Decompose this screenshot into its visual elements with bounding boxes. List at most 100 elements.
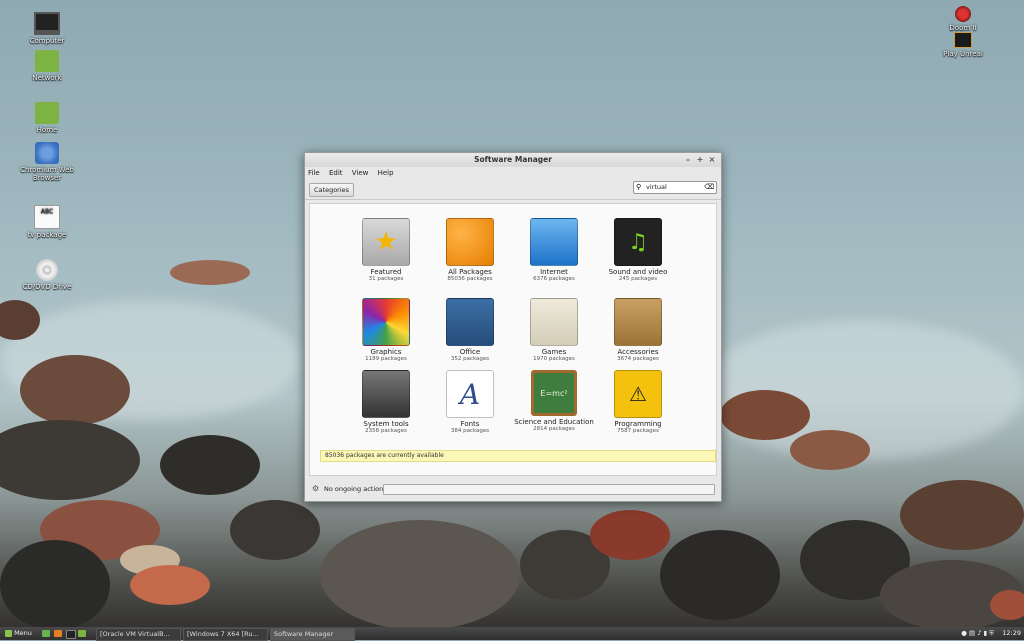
construction-sign-icon: ⚠ (614, 370, 662, 418)
desktop-icon-label: Chromium Web Browser (20, 166, 74, 182)
category-name: Science and Education (514, 418, 594, 426)
menu-button[interactable]: Menu (2, 627, 35, 640)
terminal-icon[interactable] (66, 630, 76, 639)
category-graphics[interactable]: Graphics 1189 packages (346, 298, 426, 363)
user-icon[interactable]: ● (961, 629, 967, 637)
progress-bar (383, 484, 715, 495)
category-programming[interactable]: ⚠ Programming 7587 packages (598, 370, 678, 435)
volume-icon[interactable]: ♪ (977, 629, 981, 637)
category-sound-video[interactable]: ♫ Sound and video 245 packages (598, 218, 678, 283)
category-internet[interactable]: Internet 6376 packages (514, 218, 594, 283)
task-label: [Windows 7 X64 [Ru... (187, 630, 259, 638)
clear-icon[interactable]: ⌫ (704, 182, 714, 193)
rock (720, 390, 810, 440)
rock (20, 355, 130, 425)
font-icon: A (446, 370, 494, 418)
task-label: Software Manager (274, 630, 334, 638)
gears-orange-icon (446, 218, 494, 266)
desktop-icon-home[interactable]: Home (12, 102, 82, 134)
category-name: Accessories (617, 348, 659, 356)
category-system-tools[interactable]: System tools 2358 packages (346, 370, 426, 435)
desktop-icon-tv-package[interactable]: ABC tv package (12, 205, 82, 239)
category-name: Programming (614, 420, 662, 428)
category-featured[interactable]: ★ Featured 31 packages (346, 218, 426, 283)
monitor-icon (34, 12, 60, 35)
menu-help[interactable]: Help (378, 169, 394, 177)
task-virtualbox[interactable]: [Oracle VM VirtualB... (96, 628, 181, 641)
categories-panel: ★ Featured 31 packages All Packages 8503… (309, 203, 717, 476)
folder-network-icon (35, 50, 59, 72)
category-name: System tools (363, 420, 409, 428)
category-count: 31 packages (368, 276, 404, 282)
status-text: No ongoing actions (324, 485, 387, 493)
task-windows7[interactable]: [Windows 7 X64 [Ru... (183, 628, 268, 641)
desktop-icon-label: Doom II (949, 24, 977, 32)
task-software-manager[interactable]: Software Manager (270, 628, 355, 641)
rock (0, 540, 110, 627)
network-icon[interactable]: ▤ (969, 629, 975, 637)
files-icon[interactable] (78, 630, 86, 637)
category-name: Games (541, 348, 567, 356)
desktop-icon-computer[interactable]: Computer (12, 12, 82, 45)
menu-edit[interactable]: Edit (329, 169, 343, 177)
shield-icon[interactable]: ⛨ (989, 629, 994, 637)
close-button[interactable]: × (707, 153, 717, 167)
toolbar: Categories ⚲ virtual ⌫ (305, 179, 721, 200)
desktop-icon-label: Computer (29, 37, 65, 45)
desktop-icon-label: Network (32, 74, 62, 82)
desktop-icon-chromium[interactable]: Chromium Web Browser (12, 142, 82, 182)
desktop-icon-cd-dvd[interactable]: CD/DVD Drive (12, 259, 82, 291)
desktop-icon-label: Play Unreal (943, 50, 983, 58)
category-fonts[interactable]: A Fonts 384 packages (430, 370, 510, 435)
desktop-icon-label: CD/DVD Drive (22, 283, 72, 291)
doom-icon (955, 6, 971, 22)
category-count: 1970 packages (533, 356, 575, 362)
desktop-icon-label: Home (36, 126, 58, 134)
search-value: virtual (646, 183, 667, 191)
category-count: 2814 packages (533, 426, 575, 432)
category-count: 2358 packages (365, 428, 407, 434)
clock[interactable]: 12:29 (1002, 627, 1021, 640)
task-label: [Oracle VM VirtualB... (100, 630, 170, 638)
category-accessories[interactable]: Accessories 3674 packages (598, 298, 678, 363)
category-name: Office (459, 348, 481, 356)
mint-logo-icon (5, 629, 12, 637)
category-count: 352 packages (450, 356, 490, 362)
status-bar: ⚙ No ongoing actions (309, 482, 715, 496)
category-science-education[interactable]: E=mc² Science and Education 2814 package… (514, 370, 594, 433)
taskbar: Menu [Oracle VM VirtualB... [Windows 7 X… (0, 627, 1024, 641)
category-name: Sound and video (608, 268, 668, 276)
folder-home-icon (35, 102, 59, 124)
rock (590, 510, 670, 560)
color-wheel-icon (362, 298, 410, 346)
firefox-icon[interactable] (54, 630, 62, 637)
menu-view[interactable]: View (352, 169, 369, 177)
menu-label: Menu (14, 629, 32, 637)
desktop-icon-doom[interactable]: Doom II (928, 6, 998, 32)
search-input[interactable]: ⚲ virtual ⌫ (633, 181, 717, 194)
rock (160, 435, 260, 495)
category-name: Featured (370, 268, 402, 276)
title-bar[interactable]: Software Manager – + × (305, 153, 721, 167)
maximize-button[interactable]: + (695, 153, 705, 167)
rock (0, 420, 140, 500)
category-name: Internet (540, 268, 568, 276)
window-title: Software Manager (474, 155, 552, 164)
battery-icon[interactable]: ▮ (983, 629, 987, 637)
disc-icon (36, 259, 58, 281)
category-games[interactable]: Games 1970 packages (514, 298, 594, 363)
rock (900, 480, 1024, 550)
category-name: Fonts (460, 420, 480, 428)
gamepad-icon (530, 298, 578, 346)
category-all-packages[interactable]: All Packages 85036 packages (430, 218, 510, 283)
category-office[interactable]: Office 352 packages (430, 298, 510, 363)
menu-file[interactable]: File (308, 169, 320, 177)
rock (660, 530, 780, 620)
desktop-icon-unreal[interactable]: Play Unreal (928, 32, 998, 58)
music-note-icon: ♫ (614, 218, 662, 266)
show-desktop-icon[interactable] (42, 630, 50, 637)
rock (990, 590, 1024, 620)
desktop-icon-network[interactable]: Network (12, 50, 82, 82)
categories-button[interactable]: Categories (309, 183, 355, 197)
minimize-button[interactable]: – (683, 153, 693, 167)
